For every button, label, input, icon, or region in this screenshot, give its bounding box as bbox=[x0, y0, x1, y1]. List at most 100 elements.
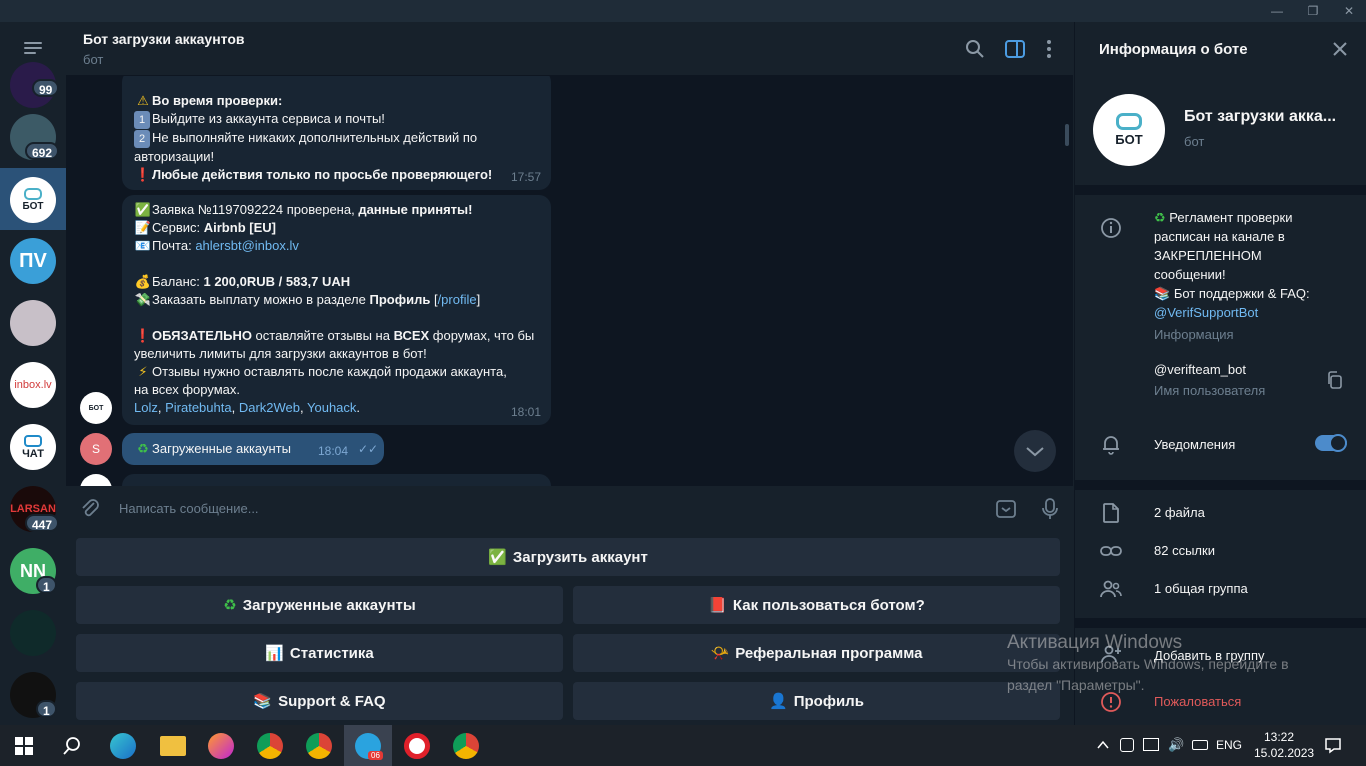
opera-icon[interactable] bbox=[404, 733, 430, 759]
files-row[interactable]: 2 файла bbox=[1154, 503, 1205, 522]
close-icon[interactable] bbox=[1331, 40, 1349, 58]
chat-avatar-chat[interactable]: ЧАТ bbox=[10, 424, 56, 470]
bell-icon bbox=[1103, 436, 1119, 455]
message-text: Почта: bbox=[152, 238, 196, 253]
message-text: Загруженные аккаунты bbox=[152, 441, 291, 456]
bot-info-panel: Информация о боте БОТ Бот загрузки акка.… bbox=[1074, 22, 1366, 725]
network-icon[interactable] bbox=[1143, 738, 1159, 751]
message-text: авторизации! bbox=[134, 149, 215, 164]
windows-start-icon[interactable] bbox=[15, 737, 33, 755]
user-avatar-small[interactable]: S bbox=[80, 433, 112, 465]
lightning-icon: ⚡ bbox=[138, 364, 148, 379]
meet-icon[interactable] bbox=[1120, 738, 1134, 752]
close-window-button[interactable]: ✕ bbox=[1334, 2, 1364, 20]
scrollbar[interactable] bbox=[1065, 124, 1069, 146]
taskbar-clock[interactable]: 13:22 15.02.2023 bbox=[1254, 729, 1314, 761]
message-text: ОБЯЗАТЕЛЬНО bbox=[152, 328, 252, 343]
speaker-icon[interactable]: 🔊 bbox=[1168, 737, 1184, 753]
battery-icon[interactable] bbox=[1192, 740, 1208, 750]
description-text: ЗАКРЕПЛЕННОМ bbox=[1154, 248, 1262, 263]
chat-avatar-label: ПV bbox=[19, 249, 47, 272]
chat-avatar-inbox[interactable]: inbox.lv bbox=[10, 362, 56, 408]
message-text: ] bbox=[476, 292, 481, 307]
bot-avatar-small[interactable]: БОТ bbox=[80, 392, 112, 424]
bot-type: бот bbox=[1184, 134, 1205, 149]
uploaded-accounts-button[interactable]: ♻ Загруженные аккаунты bbox=[76, 586, 563, 624]
upload-account-button[interactable]: ✅ Загрузить аккаунт bbox=[76, 538, 1060, 576]
bot-avatar-small[interactable] bbox=[80, 474, 112, 486]
forum-link[interactable]: Piratebuhta bbox=[165, 400, 232, 415]
message-bubble-report: ✅Заявка №1197092224 проверена, данные пр… bbox=[122, 195, 551, 425]
maximize-button[interactable]: ❐ bbox=[1298, 2, 1328, 20]
books-icon: 📚 bbox=[253, 693, 273, 710]
chat-avatar-10[interactable] bbox=[10, 610, 56, 656]
language-indicator[interactable]: ENG bbox=[1216, 738, 1242, 752]
username-link[interactable]: @verifteam_bot bbox=[1154, 360, 1246, 379]
message-text: Сервис: bbox=[152, 220, 204, 235]
group-icon bbox=[1100, 580, 1122, 598]
copy-icon[interactable] bbox=[1325, 370, 1345, 390]
robot-icon bbox=[1116, 113, 1142, 130]
chevron-down-icon bbox=[1026, 447, 1044, 457]
message-input[interactable]: Написать сообщение... bbox=[119, 501, 259, 516]
more-options-icon[interactable] bbox=[1036, 36, 1062, 62]
chevron-up-icon[interactable] bbox=[1097, 739, 1109, 751]
links-row[interactable]: 82 ссылки bbox=[1154, 541, 1215, 560]
notification-center-icon[interactable] bbox=[1324, 736, 1342, 754]
chat-title[interactable]: Бот загрузки аккаунтов bbox=[83, 31, 245, 47]
section-divider bbox=[1075, 185, 1366, 195]
bar-chart-icon: 📊 bbox=[265, 645, 284, 662]
bot-keyboard-icon[interactable] bbox=[994, 497, 1018, 521]
microphone-icon[interactable] bbox=[1038, 496, 1062, 522]
email-link[interactable]: ahlersbt@inbox.lv bbox=[195, 238, 299, 253]
message-text: Баланс: bbox=[152, 274, 204, 289]
chrome-icon[interactable] bbox=[306, 733, 332, 759]
support-bot-link[interactable]: @VerifSupportBot bbox=[1154, 303, 1354, 322]
search-icon[interactable] bbox=[962, 36, 988, 62]
search-icon[interactable] bbox=[62, 736, 82, 756]
chat-subtitle: бот bbox=[83, 52, 104, 67]
message-text: Заявка №1197092224 проверена, bbox=[152, 202, 359, 217]
chrome-icon[interactable] bbox=[257, 733, 283, 759]
forum-link[interactable]: Dark2Web bbox=[239, 400, 300, 415]
statistics-button[interactable]: 📊 Статистика bbox=[76, 634, 563, 672]
bot-name: Бот загрузки акка... bbox=[1184, 108, 1337, 125]
common-groups-row[interactable]: 1 общая группа bbox=[1154, 579, 1248, 598]
message-text: [ bbox=[430, 292, 438, 307]
how-to-use-button[interactable]: 📕 Как пользоваться ботом? bbox=[573, 586, 1060, 624]
profile-command-link[interactable]: /profile bbox=[438, 292, 477, 307]
support-faq-button[interactable]: 📚 Support & FAQ bbox=[76, 682, 563, 720]
minimize-button[interactable]: — bbox=[1262, 2, 1292, 20]
message-text: Во время проверки: bbox=[152, 93, 283, 108]
chat-list: 99 692 БОТ ПV inbox.lv ЧАТ LARSAN 447 NN… bbox=[0, 22, 66, 725]
unread-badge: 1 bbox=[36, 576, 57, 594]
scroll-down-button[interactable] bbox=[1014, 430, 1056, 472]
message-text: оставляйте отзывы на bbox=[251, 328, 394, 343]
avatar-label: БОТ bbox=[1115, 132, 1143, 147]
attach-icon[interactable] bbox=[78, 497, 102, 521]
chat-avatar-photo[interactable] bbox=[10, 300, 56, 346]
memo-icon: 📝 bbox=[134, 220, 152, 235]
message-bubble-partial bbox=[122, 474, 551, 486]
description-text: расписан на канале в bbox=[1154, 229, 1285, 244]
bot-avatar-large[interactable]: БОТ bbox=[1093, 94, 1165, 166]
forum-link[interactable]: Youhack bbox=[307, 400, 356, 415]
chrome-icon[interactable] bbox=[453, 733, 479, 759]
edge-icon[interactable] bbox=[110, 733, 136, 759]
chat-avatar-bot[interactable]: БОТ bbox=[10, 177, 56, 223]
notifications-toggle[interactable] bbox=[1315, 434, 1347, 452]
firefox-icon[interactable] bbox=[208, 733, 234, 759]
profile-button[interactable]: 👤 Профиль bbox=[573, 682, 1060, 720]
sidebar-toggle-icon[interactable] bbox=[1002, 36, 1028, 62]
forum-link[interactable]: Lolz bbox=[134, 400, 158, 415]
menu-button[interactable] bbox=[20, 38, 46, 58]
panel-title: Информация о боте bbox=[1099, 41, 1248, 58]
bot-keyboard: ✅ Загрузить аккаунт ♻ Загруженные аккаунты… bbox=[66, 532, 1073, 725]
file-explorer-icon[interactable] bbox=[160, 736, 186, 756]
referral-button[interactable]: 📯 Реферальная программа bbox=[573, 634, 1060, 672]
description-text: сообщении! bbox=[1154, 267, 1226, 282]
bot-description: ♻ Регламент проверки расписан на канале … bbox=[1154, 208, 1354, 322]
chat-avatar-label: ЧАТ bbox=[22, 447, 44, 460]
chat-avatar-pv[interactable]: ПV bbox=[10, 238, 56, 284]
message-text: 1 200,0RUB / 583,7 UAH bbox=[203, 274, 351, 289]
